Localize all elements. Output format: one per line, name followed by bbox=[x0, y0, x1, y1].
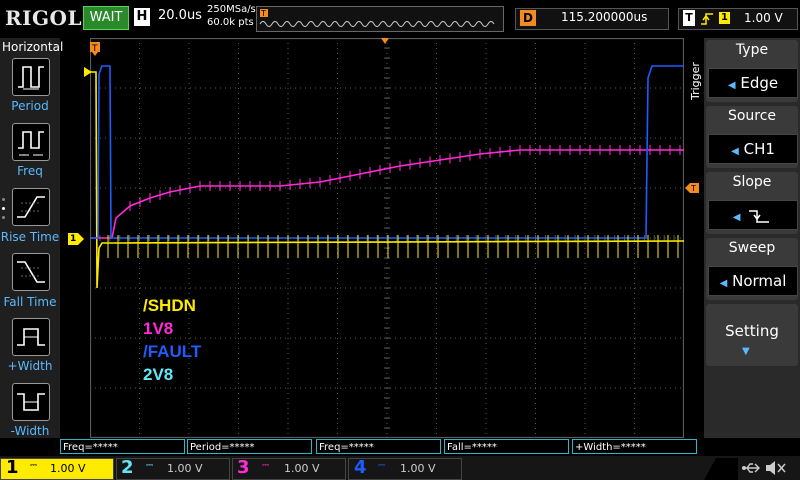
brand-logo: RIGOL bbox=[5, 6, 83, 30]
ch4-fault-trace bbox=[90, 65, 684, 239]
speaker-muted-icon[interactable] bbox=[764, 459, 788, 477]
ch1-shdn-trace bbox=[90, 71, 684, 289]
memory-overview-strip[interactable]: T bbox=[256, 6, 504, 32]
type-value[interactable]: ◀ Edge bbox=[708, 68, 798, 98]
channel-4-number: 4 bbox=[354, 457, 367, 478]
left-arrow-icon: ◀ bbox=[727, 80, 736, 91]
source-value-text: CH1 bbox=[743, 140, 775, 158]
legend-2v8: 2V8 bbox=[143, 365, 174, 384]
usb-icon bbox=[742, 463, 760, 473]
chevron-down-icon: ▼ bbox=[742, 346, 750, 357]
period-icon bbox=[18, 66, 44, 90]
ch1-dc-coupling-icon: ⎓ bbox=[30, 461, 38, 471]
freq-button[interactable] bbox=[12, 123, 50, 161]
memory-waveform-icon: T bbox=[259, 9, 495, 27]
trigger-level-marker[interactable]: T bbox=[685, 183, 699, 193]
legend-1v8: 1V8 bbox=[143, 319, 174, 338]
left-arrow-icon: ◀ bbox=[732, 212, 741, 223]
period-label: Period bbox=[11, 99, 49, 113]
menu-page-dots bbox=[2, 198, 6, 228]
trigger-label: T bbox=[683, 10, 695, 26]
measurement-width[interactable]: +Width=***** bbox=[572, 439, 697, 454]
ch2-dc-coupling-icon: ⎓ bbox=[146, 461, 154, 471]
trigger-source-badge: 1 bbox=[719, 12, 730, 24]
channel-1-number: 1 bbox=[6, 457, 19, 478]
ch1-level-indicator bbox=[84, 67, 92, 77]
sample-rate-info: 250MSa/s 60.0k pts bbox=[207, 3, 256, 29]
rise-time-button[interactable] bbox=[12, 188, 50, 226]
channel-4-scale: 1.00 V bbox=[400, 462, 436, 475]
horizontal-menu-title: Horizontal bbox=[2, 40, 64, 54]
legend-shdn: /SHDN bbox=[143, 296, 196, 315]
delay-label: D bbox=[520, 10, 536, 26]
rise-time-icon bbox=[17, 196, 45, 218]
positive-width-button[interactable] bbox=[12, 318, 50, 356]
sweep-value[interactable]: ◀ Normal bbox=[708, 266, 798, 296]
source-value[interactable]: ◀ CH1 bbox=[708, 134, 798, 164]
channel-2-number: 2 bbox=[121, 457, 134, 478]
delay-value: 115.200000us bbox=[561, 10, 648, 24]
negative-width-button[interactable] bbox=[12, 383, 50, 421]
measurement-period[interactable]: Period=***** bbox=[187, 439, 312, 454]
fall-time-label: Fall Time bbox=[3, 295, 57, 309]
source-title: Source bbox=[727, 108, 777, 124]
negative-width-icon bbox=[17, 393, 45, 411]
left-arrow-icon: ◀ bbox=[719, 278, 728, 289]
channel-2-scale: 1.00 V bbox=[167, 462, 203, 475]
tab-shape-icon bbox=[704, 458, 738, 480]
svg-text:T: T bbox=[690, 184, 696, 193]
fall-time-icon bbox=[17, 261, 45, 283]
sweep-value-text: Normal bbox=[732, 272, 787, 290]
measurement-freq-2[interactable]: Freq=***** bbox=[316, 439, 441, 454]
type-title: Type bbox=[735, 42, 769, 58]
rising-edge-icon bbox=[701, 13, 713, 25]
falling-edge-icon bbox=[749, 209, 770, 223]
timebase-label: H bbox=[134, 8, 150, 26]
sample-rate: 250MSa/s bbox=[207, 4, 256, 15]
positive-width-icon bbox=[17, 328, 45, 346]
left-arrow-icon: ◀ bbox=[731, 146, 739, 157]
center-marker-icon bbox=[381, 38, 389, 44]
sweep-title: Sweep bbox=[728, 240, 776, 256]
run-state-badge[interactable]: WAIT bbox=[83, 6, 129, 30]
trigger-menu-side-label: Trigger bbox=[689, 62, 702, 100]
svg-text:T: T bbox=[260, 9, 266, 18]
setting-label: Setting bbox=[725, 322, 779, 340]
channel-3-number: 3 bbox=[237, 457, 250, 478]
channel-3-scale: 1.00 V bbox=[284, 462, 320, 475]
slope-value[interactable]: ◀ bbox=[708, 200, 798, 230]
negative-width-label: -Width bbox=[10, 424, 50, 438]
freq-label: Freq bbox=[17, 164, 43, 178]
period-button[interactable] bbox=[12, 58, 50, 96]
rise-time-label: Rise Time bbox=[0, 230, 60, 244]
freq-icon bbox=[18, 131, 44, 156]
measurement-freq-1[interactable]: Freq=***** bbox=[60, 439, 185, 454]
positive-width-label: +Width bbox=[7, 359, 53, 373]
ch4-dc-coupling-icon: ⎓ bbox=[378, 461, 386, 471]
memory-depth: 60.0k pts bbox=[207, 17, 254, 28]
timebase-value[interactable]: 20.0us bbox=[158, 8, 202, 23]
trigger-position-marker[interactable]: T bbox=[90, 42, 100, 56]
fall-time-button[interactable] bbox=[12, 253, 50, 291]
type-value-text: Edge bbox=[740, 74, 779, 92]
channel-1-scale: 1.00 V bbox=[50, 462, 86, 475]
ch3-dc-coupling-icon: ⎓ bbox=[262, 461, 270, 471]
trigger-level-value: 1.00 V bbox=[744, 11, 783, 25]
waveform-display[interactable] bbox=[90, 38, 684, 438]
measurement-fall[interactable]: Fall=***** bbox=[444, 439, 569, 454]
legend-fault: /FAULT bbox=[143, 342, 202, 361]
slope-title: Slope bbox=[732, 174, 772, 190]
ch1-offset-marker-label: 1 bbox=[70, 234, 77, 244]
